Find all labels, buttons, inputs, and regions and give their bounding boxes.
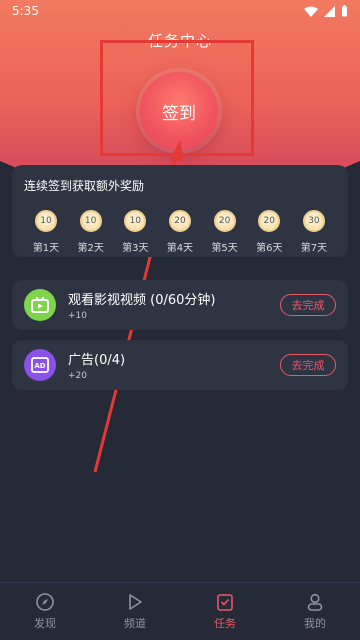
coin-icon: 30	[302, 210, 325, 232]
tab-label: 发现	[34, 617, 56, 630]
day-label: 第1天	[32, 243, 60, 254]
task-text: 广告(0/4) +20	[68, 349, 280, 381]
checkin-title: 连续签到获取额外奖励	[24, 179, 145, 193]
wifi-icon	[304, 6, 318, 17]
ad-icon: AD	[24, 349, 56, 381]
status-time: 5:35	[12, 4, 39, 18]
coin-icon: 10	[35, 210, 57, 232]
task-reward: +20	[68, 371, 87, 381]
day-label: 第3天	[122, 243, 149, 254]
page-title: 任务中心	[147, 32, 212, 50]
day-label: 第6天	[256, 243, 283, 254]
signal-icon	[324, 5, 335, 17]
checkin-day: 20 第4天	[162, 210, 198, 254]
tab-label: 我的	[304, 617, 326, 630]
checkin-day: 10 第2天	[73, 210, 109, 254]
task-reward: +10	[68, 311, 87, 321]
checkin-day: 20 第6天	[251, 210, 287, 254]
coin-icon: 20	[258, 210, 281, 232]
tab-tasks[interactable]: 任务	[195, 592, 255, 631]
checkin-card: 连续签到获取额外奖励 10 第1天 10 第2天 10 第3天 20 第4天 2…	[12, 165, 348, 257]
checkin-day: 10 第1天	[28, 210, 64, 254]
task-card-video: 观看影视视频 (0/60分钟) +10 去完成	[12, 280, 348, 330]
tab-label: 频道	[124, 617, 146, 630]
tab-discover[interactable]: 发现	[15, 592, 75, 631]
task-card-ad: AD 广告(0/4) +20 去完成	[12, 340, 348, 390]
day-label: 第5天	[211, 243, 238, 254]
user-icon	[307, 593, 323, 611]
day-label: 第7天	[300, 243, 328, 254]
checkin-day: 10 第3天	[117, 210, 153, 254]
tab-channel[interactable]: 频道	[105, 592, 165, 631]
status-bar: 5:35	[0, 0, 360, 22]
coin-icon: 10	[124, 210, 147, 232]
task-name: 广告(0/4)	[68, 353, 126, 368]
coin-icon: 20	[168, 210, 191, 232]
play-icon	[129, 594, 142, 610]
tab-mine[interactable]: 我的	[285, 592, 345, 631]
svg-text:AD: AD	[34, 362, 45, 370]
battery-icon	[342, 5, 347, 17]
sign-in-button[interactable]: 签到	[140, 72, 218, 150]
task-icon	[217, 594, 233, 611]
task-complete-button[interactable]: 去完成	[280, 354, 336, 376]
day-label: 第2天	[77, 243, 104, 254]
bottom-tab-bar: 发现 频道 任务 我的	[0, 582, 360, 640]
tv-icon	[24, 289, 56, 321]
day-label: 第4天	[166, 243, 194, 254]
checkin-days: 10 第1天 10 第2天 10 第3天 20 第4天 20 第5天 20 第6…	[22, 210, 338, 254]
task-text: 观看影视视频 (0/60分钟) +10	[68, 289, 280, 321]
compass-icon	[36, 593, 54, 611]
checkin-day: 20 第5天	[207, 210, 243, 254]
task-name: 观看影视视频 (0/60分钟)	[68, 293, 216, 308]
coin-icon: 20	[213, 210, 236, 232]
checkin-day: 30 第7天	[296, 210, 332, 254]
task-complete-button[interactable]: 去完成	[280, 294, 336, 316]
tab-label: 任务	[214, 617, 236, 630]
coin-icon: 10	[79, 210, 102, 232]
